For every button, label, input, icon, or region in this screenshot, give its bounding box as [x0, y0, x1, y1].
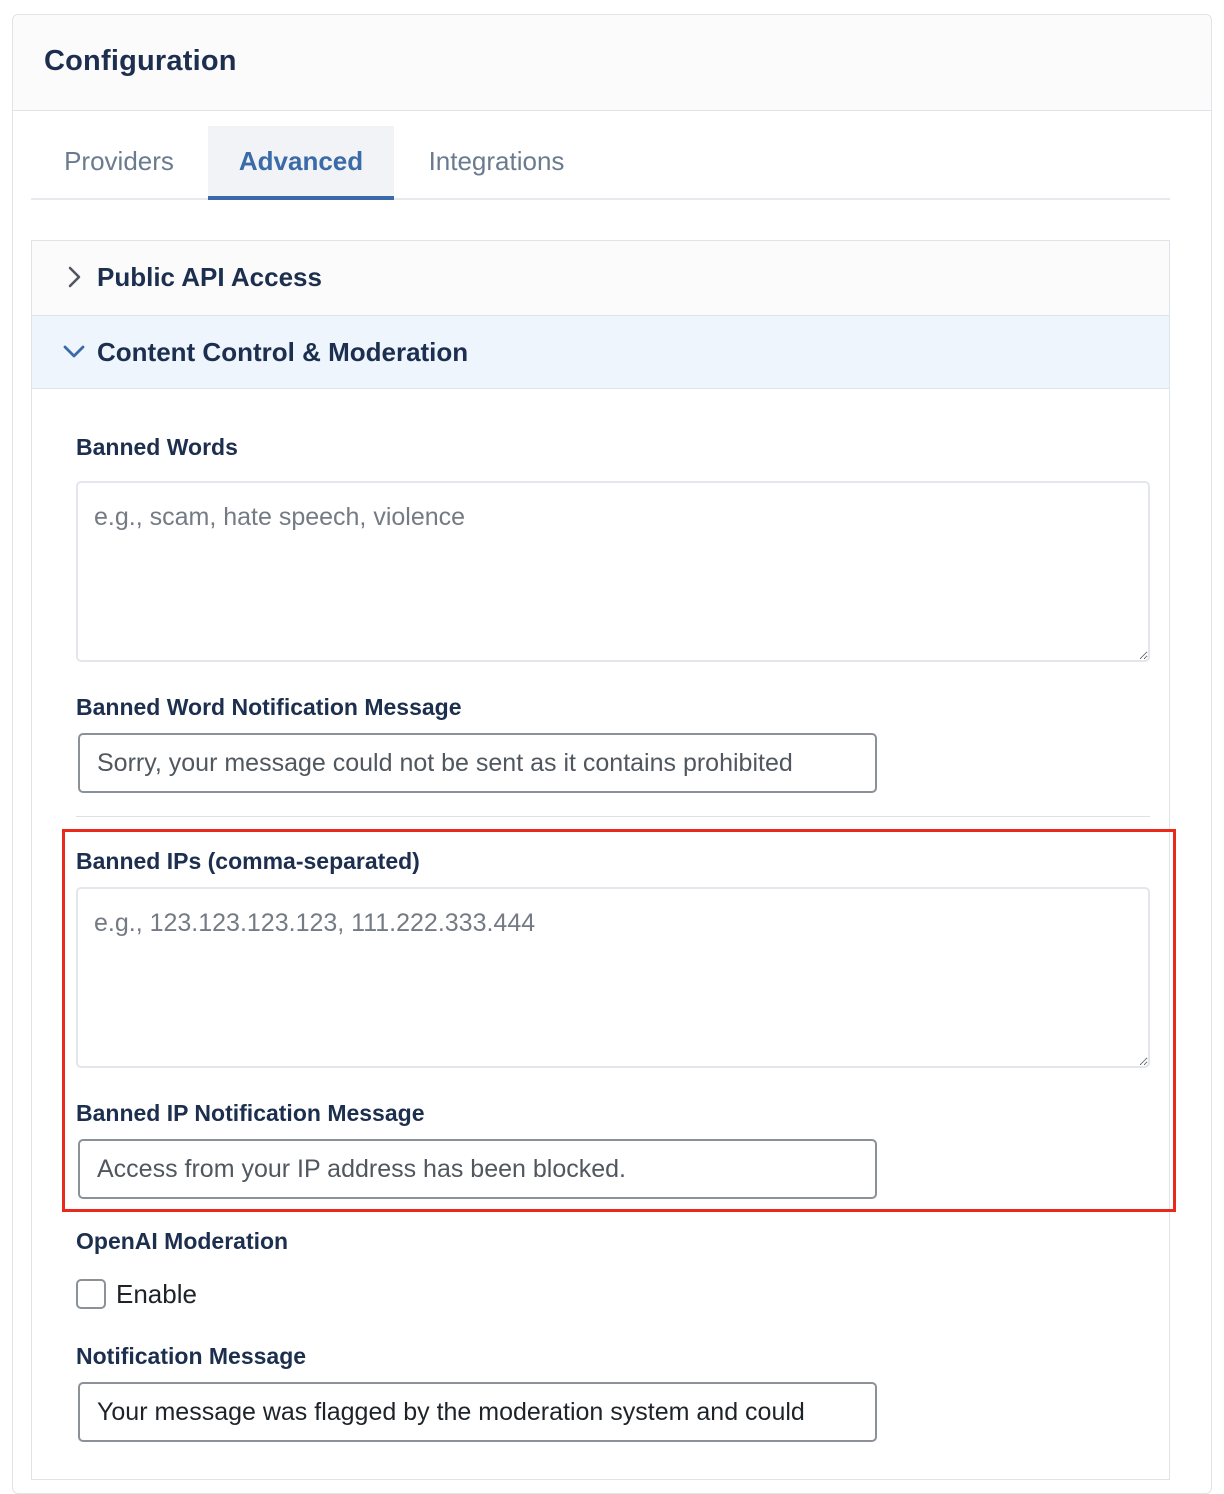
notification-message-label: Notification Message — [76, 1343, 307, 1369]
section-label: Public API Access — [97, 262, 322, 292]
banned-word-message-label: Banned Word Notification Message — [76, 694, 462, 720]
section-content-control-moderation[interactable]: Content Control & Moderation — [32, 316, 1169, 389]
banned-words-textarea[interactable] — [76, 481, 1150, 662]
page-title: Configuration — [44, 45, 237, 77]
card-header: Configuration — [13, 15, 1211, 111]
tab-providers[interactable]: Providers — [31, 126, 207, 198]
banned-words-label: Banned Words — [76, 434, 238, 460]
banned-ips-label: Banned IPs (comma-separated) — [76, 848, 420, 874]
chevron-down-icon — [63, 345, 85, 358]
enable-checkbox-label[interactable]: Enable — [116, 1279, 197, 1310]
enable-checkbox[interactable] — [76, 1279, 106, 1309]
banned-word-message-input[interactable] — [78, 733, 877, 793]
tab-integrations[interactable]: Integrations — [394, 126, 599, 198]
divider — [76, 816, 1150, 817]
banned-ip-message-input[interactable] — [78, 1139, 877, 1199]
chevron-right-icon — [68, 266, 81, 288]
banned-ip-message-label: Banned IP Notification Message — [76, 1100, 425, 1126]
tab-bar: Providers Advanced Integrations — [31, 126, 1170, 200]
openai-moderation-label: OpenAI Moderation — [76, 1228, 289, 1254]
banned-ips-textarea[interactable] — [76, 887, 1150, 1068]
notification-message-input[interactable] — [78, 1382, 877, 1442]
section-label: Content Control & Moderation — [97, 337, 469, 367]
section-public-api-access[interactable]: Public API Access — [32, 241, 1169, 316]
tab-advanced[interactable]: Advanced — [208, 126, 394, 200]
